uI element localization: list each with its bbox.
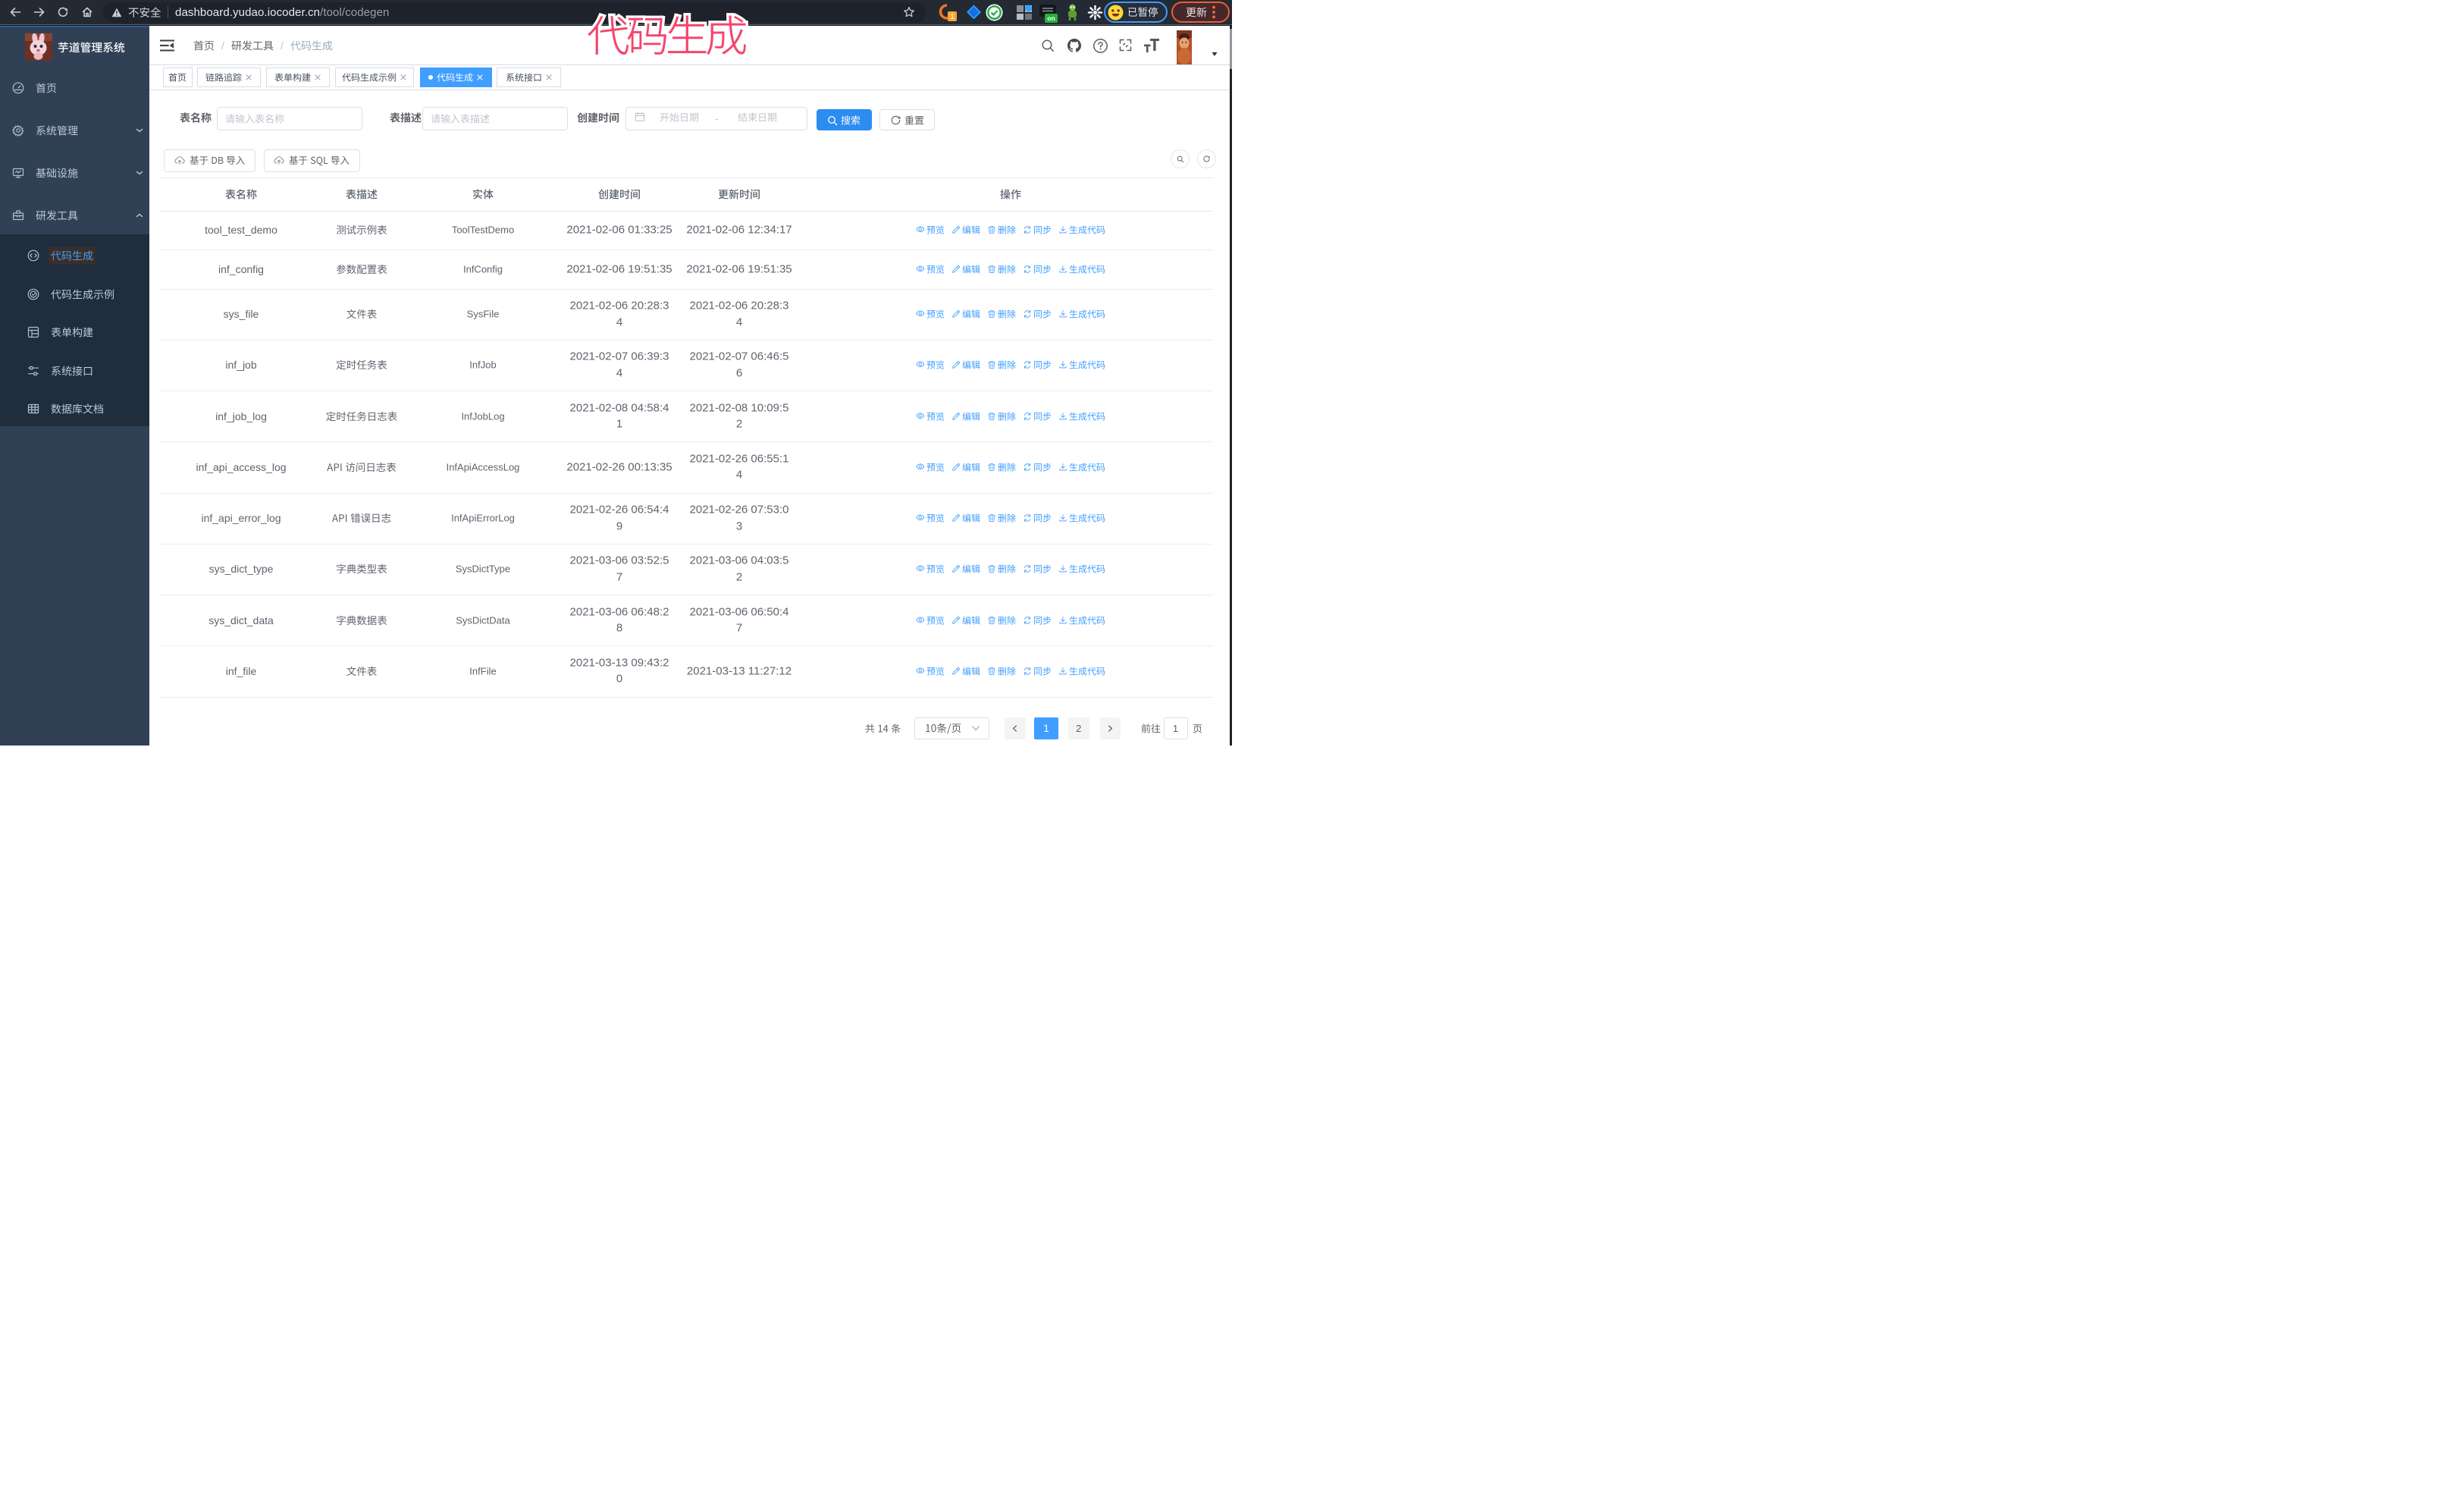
svg-text:1: 1 [950,13,955,21]
svg-text:on: on [1047,14,1055,22]
